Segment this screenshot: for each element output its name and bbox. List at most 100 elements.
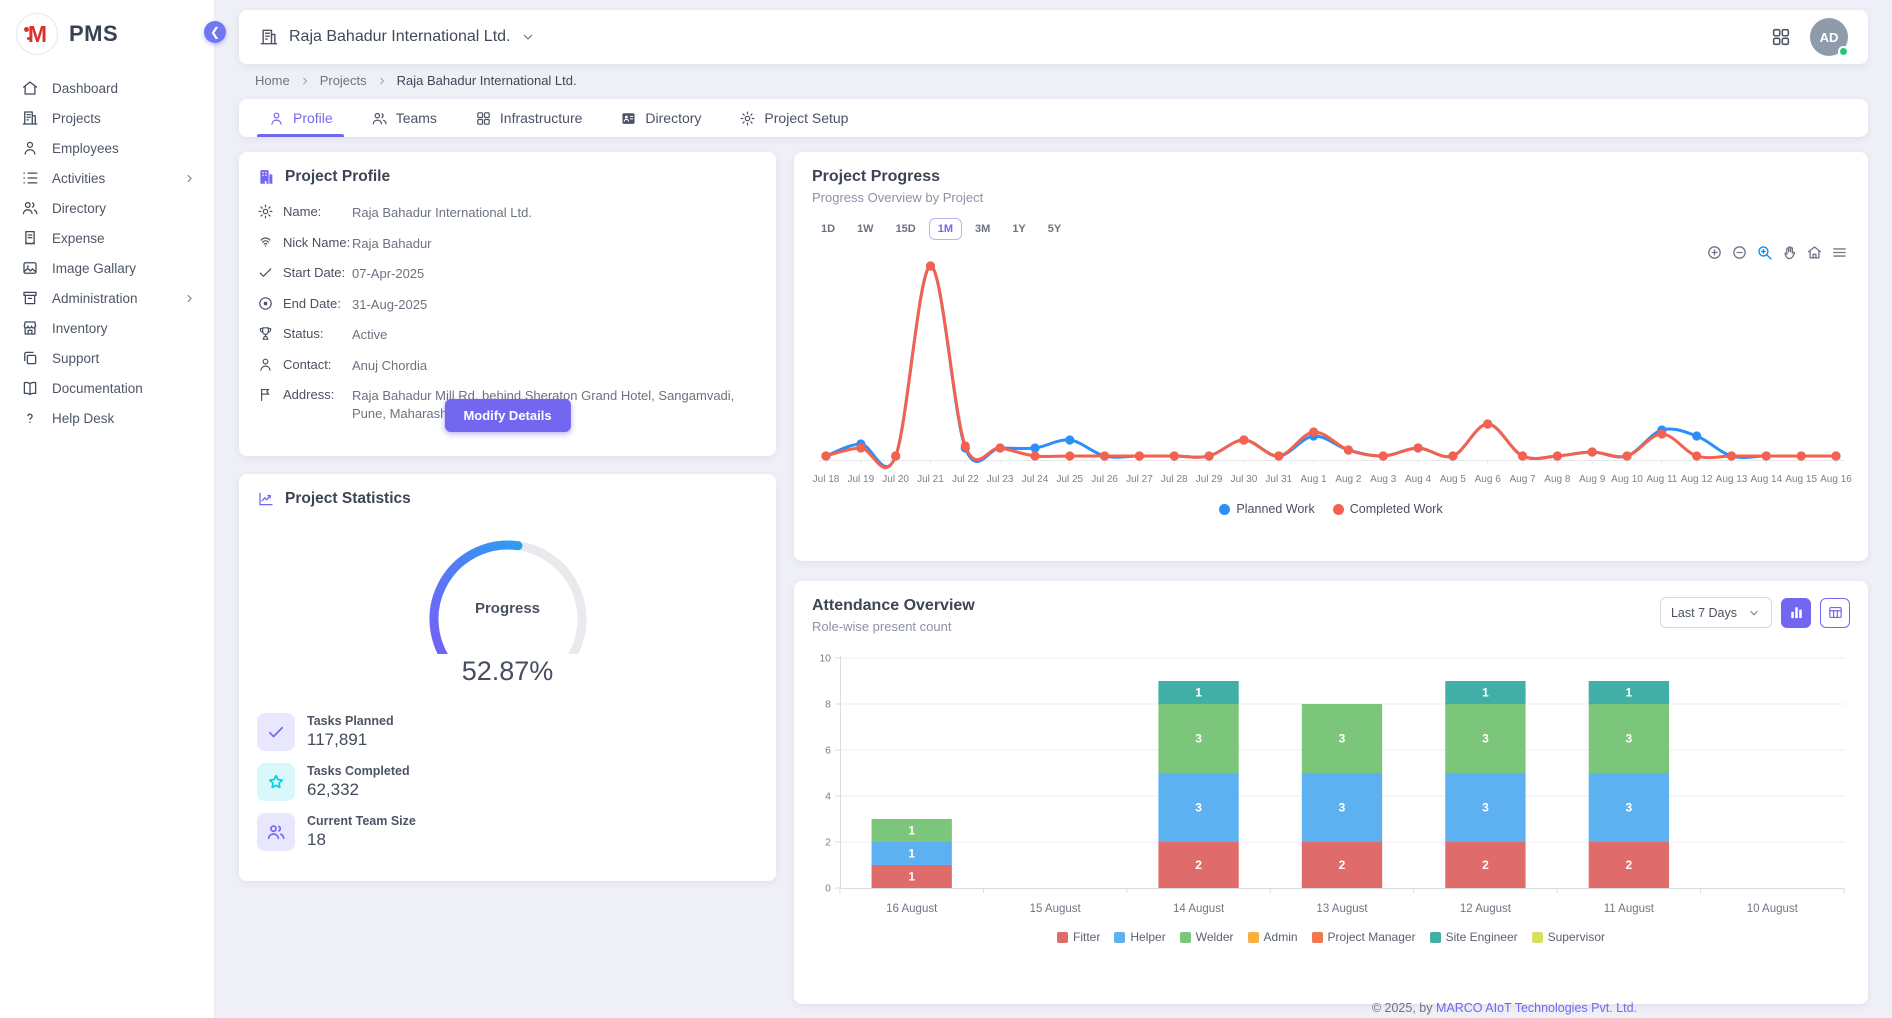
- svg-text:Jul 25: Jul 25: [1056, 474, 1083, 485]
- field-label: End Date:: [283, 296, 352, 311]
- tab-directory[interactable]: Directory: [601, 99, 720, 137]
- svg-text:15 August: 15 August: [1030, 903, 1082, 915]
- range-button-1m[interactable]: 1M: [929, 218, 962, 240]
- fingerprint-icon: [257, 234, 274, 251]
- progress-gauge-arc: [398, 522, 618, 654]
- attendance-bar-chart: 024681016 August11115 August14 August233…: [812, 650, 1850, 924]
- table-view-toggle[interactable]: [1820, 598, 1850, 628]
- legend-completed-work[interactable]: Completed Work: [1333, 502, 1443, 516]
- svg-text:Jul 18: Jul 18: [813, 474, 840, 485]
- legend-label: Welder: [1196, 930, 1234, 944]
- store-icon: [21, 319, 39, 337]
- svg-text:Jul 20: Jul 20: [882, 474, 909, 485]
- sidebar-menu: Dashboard Projects Employees Activities …: [0, 65, 214, 433]
- apps-grid-icon[interactable]: [1770, 26, 1792, 48]
- zoom-in-icon[interactable]: [1706, 244, 1723, 261]
- breadcrumb-item-home[interactable]: Home: [255, 73, 290, 88]
- legend-supervisor[interactable]: Supervisor: [1532, 930, 1605, 944]
- sidebar-item-administration[interactable]: Administration: [0, 283, 214, 313]
- footer: © 2025, by MARCO AIoT Technologies Pvt. …: [1372, 1001, 1637, 1015]
- svg-text:Jul 22: Jul 22: [952, 474, 979, 485]
- range-button-15d[interactable]: 15D: [887, 218, 925, 240]
- flag-icon: [257, 386, 274, 403]
- chevron-right-icon: [183, 292, 196, 305]
- menu-icon[interactable]: [1831, 244, 1848, 261]
- pan-icon[interactable]: [1781, 244, 1798, 261]
- legend-welder[interactable]: Welder: [1180, 930, 1234, 944]
- right-column: Project Progress Progress Overview by Pr…: [794, 152, 1868, 1004]
- sidebar-item-expense[interactable]: Expense: [0, 223, 214, 253]
- reset-home-icon[interactable]: [1806, 244, 1823, 261]
- svg-text:13 August: 13 August: [1316, 903, 1368, 915]
- tab-label: Directory: [645, 110, 701, 126]
- svg-text:Jul 31: Jul 31: [1265, 474, 1292, 485]
- footer-company-link[interactable]: MARCO AIoT Technologies Pvt. Ltd.: [1436, 1001, 1637, 1015]
- breadcrumb-item-projects[interactable]: Projects: [320, 73, 367, 88]
- people-icon: [371, 110, 388, 127]
- field-label: Start Date:: [283, 265, 352, 280]
- svg-text:Aug 2: Aug 2: [1335, 474, 1362, 485]
- sidebar-item-inventory[interactable]: Inventory: [0, 313, 214, 343]
- sidebar-item-dashboard[interactable]: Dashboard: [0, 73, 214, 103]
- legend-project-manager[interactable]: Project Manager: [1312, 930, 1416, 944]
- sidebar-item-employees[interactable]: Employees: [0, 133, 214, 163]
- sidebar-item-directory[interactable]: Directory: [0, 193, 214, 223]
- field-value: 31-Aug-2025: [352, 296, 427, 314]
- period-select[interactable]: Last 7 Days: [1660, 597, 1772, 628]
- legend-label: Helper: [1130, 930, 1165, 944]
- tab-project-setup[interactable]: Project Setup: [720, 99, 867, 137]
- avatar-initials: AD: [1820, 30, 1839, 45]
- check-icon: [257, 713, 295, 751]
- selection-zoom-icon[interactable]: [1756, 244, 1773, 261]
- svg-text:3: 3: [1482, 801, 1489, 815]
- sidebar-item-documentation[interactable]: Documentation: [0, 373, 214, 403]
- tab-teams[interactable]: Teams: [352, 99, 456, 137]
- range-button-3m[interactable]: 3M: [966, 218, 999, 240]
- legend-planned-work[interactable]: Planned Work: [1219, 502, 1314, 516]
- range-button-1y[interactable]: 1Y: [1003, 218, 1034, 240]
- range-button-1d[interactable]: 1D: [812, 218, 844, 240]
- star-icon: [257, 763, 295, 801]
- sidebar-item-projects[interactable]: Projects: [0, 103, 214, 133]
- avatar[interactable]: AD: [1810, 18, 1848, 56]
- svg-text:2: 2: [825, 837, 831, 849]
- legend-admin[interactable]: Admin: [1248, 930, 1298, 944]
- svg-text:Aug 6: Aug 6: [1475, 474, 1502, 485]
- svg-text:10 August: 10 August: [1747, 903, 1799, 915]
- sidebar-collapse-button[interactable]: ❮: [204, 21, 226, 43]
- svg-text:Aug 14: Aug 14: [1750, 474, 1782, 485]
- sidebar-item-label: Support: [52, 351, 99, 366]
- main-content: Raja Bahadur International Ltd. AD Home P…: [215, 0, 1892, 1018]
- sidebar-item-image-gallary[interactable]: Image Gallary: [0, 253, 214, 283]
- svg-text:8: 8: [825, 699, 831, 711]
- tab-infrastructure[interactable]: Infrastructure: [456, 99, 601, 137]
- bar-chart-view-toggle[interactable]: [1781, 598, 1811, 628]
- help-icon: [21, 409, 39, 427]
- legend-fitter[interactable]: Fitter: [1057, 930, 1100, 944]
- field-status: Status: Active: [257, 326, 758, 344]
- profile-fields: Name: Raja Bahadur International Ltd. Ni…: [239, 194, 776, 422]
- legend-swatch: [1532, 932, 1543, 943]
- sidebar-item-label: Help Desk: [52, 411, 114, 426]
- range-button-1w[interactable]: 1W: [848, 218, 883, 240]
- legend-swatch: [1430, 932, 1441, 943]
- modify-details-button[interactable]: Modify Details: [444, 399, 570, 432]
- sidebar-item-label: Employees: [52, 141, 119, 156]
- legend-label: Fitter: [1073, 930, 1100, 944]
- progress-gauge: Progress: [398, 522, 618, 654]
- sidebar-item-help-desk[interactable]: Help Desk: [0, 403, 214, 433]
- building-filled-icon: [257, 168, 275, 186]
- sidebar: M PMS Dashboard Projects Employees Activ…: [0, 0, 215, 1018]
- project-selector[interactable]: Raja Bahadur International Ltd.: [259, 27, 536, 47]
- sidebar-item-activities[interactable]: Activities: [0, 163, 214, 193]
- legend-site-engineer[interactable]: Site Engineer: [1430, 930, 1518, 944]
- field-value: Active: [352, 326, 387, 344]
- sidebar-item-support[interactable]: Support: [0, 343, 214, 373]
- legend-swatch: [1114, 932, 1125, 943]
- zoom-out-icon[interactable]: [1731, 244, 1748, 261]
- svg-text:Aug 8: Aug 8: [1544, 474, 1571, 485]
- field-name: Name: Raja Bahadur International Ltd.: [257, 204, 758, 222]
- legend-helper[interactable]: Helper: [1114, 930, 1165, 944]
- range-button-5y[interactable]: 5Y: [1039, 218, 1070, 240]
- tab-profile[interactable]: Profile: [249, 99, 352, 137]
